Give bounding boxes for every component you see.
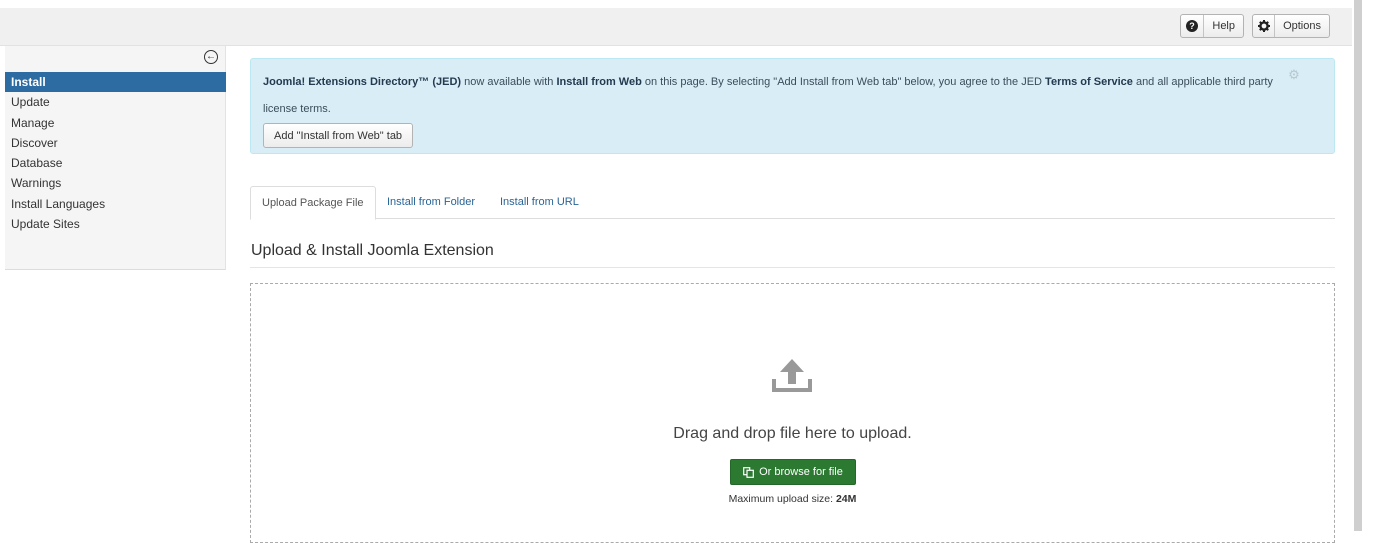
max-size-label: Maximum upload size: xyxy=(728,493,836,505)
browse-label: Or browse for file xyxy=(759,466,843,478)
jed-info-alert: Joomla! Extensions Directory™ (JED) now … xyxy=(250,58,1335,154)
drop-instruction: Drag and drop file here to upload. xyxy=(673,425,912,442)
sidebar-item-discover[interactable]: Discover xyxy=(5,133,226,153)
upload-icon xyxy=(772,359,812,392)
tab-install-from-folder[interactable]: Install from Folder xyxy=(376,186,486,219)
sidebar: ← Install Update Manage Discover Databas… xyxy=(5,46,226,270)
alert-text-1: now available with xyxy=(461,76,557,88)
upload-dropzone[interactable]: Drag and drop file here to upload. Or br… xyxy=(250,283,1335,543)
page-title: Upload & Install Joomla Extension xyxy=(251,242,494,259)
toolbar: ? Help Options xyxy=(0,8,1352,46)
sidebar-item-install-languages[interactable]: Install Languages xyxy=(5,194,226,214)
gear-icon xyxy=(1253,15,1276,37)
install-tabs: Upload Package File Install from Folder … xyxy=(250,186,1335,220)
max-size-value: 24M xyxy=(835,493,857,505)
browse-for-file-button[interactable]: Or browse for file xyxy=(730,459,856,485)
help-label: Help xyxy=(1212,20,1235,32)
copy-icon xyxy=(743,466,755,478)
sidebar-item-warnings[interactable]: Warnings xyxy=(5,173,226,193)
alert-dismiss-gear-icon[interactable]: ⚙ xyxy=(1287,68,1301,82)
alert-text-2: on this page. By selecting "Add Install … xyxy=(641,76,1046,88)
svg-text:?: ? xyxy=(1189,21,1195,31)
options-button[interactable]: Options xyxy=(1252,14,1330,38)
window-scrollbar[interactable] xyxy=(1352,0,1373,531)
tab-upload-package-file[interactable]: Upload Package File xyxy=(250,186,376,220)
sidebar-item-database[interactable]: Database xyxy=(5,153,226,173)
tab-install-from-url[interactable]: Install from URL xyxy=(489,186,590,219)
sidebar-item-manage[interactable]: Manage xyxy=(5,113,226,133)
options-label: Options xyxy=(1283,20,1321,32)
sidebar-nav: Install Update Manage Discover Database … xyxy=(5,72,226,234)
scrollbar-thumb[interactable] xyxy=(1354,0,1362,531)
install-from-web-text: Install from Web xyxy=(556,76,642,88)
help-button[interactable]: ? Help xyxy=(1180,14,1244,38)
collapse-left-icon[interactable]: ← xyxy=(204,50,218,64)
alert-message: Joomla! Extensions Directory™ (JED) now … xyxy=(263,69,1293,123)
title-divider xyxy=(250,267,1335,268)
question-circle-icon: ? xyxy=(1181,15,1205,37)
terms-of-service-text: Terms of Service xyxy=(1045,76,1133,88)
sidebar-item-update[interactable]: Update xyxy=(5,92,226,112)
add-install-from-web-tab-button[interactable]: Add "Install from Web" tab xyxy=(263,123,414,148)
sidebar-item-update-sites[interactable]: Update Sites xyxy=(5,214,226,234)
top-strip xyxy=(0,0,1352,8)
sidebar-item-install[interactable]: Install xyxy=(5,72,226,93)
max-upload-size: Maximum upload size: 24M xyxy=(251,493,1334,505)
jed-name: Joomla! Extensions Directory™ (JED) xyxy=(263,76,462,88)
